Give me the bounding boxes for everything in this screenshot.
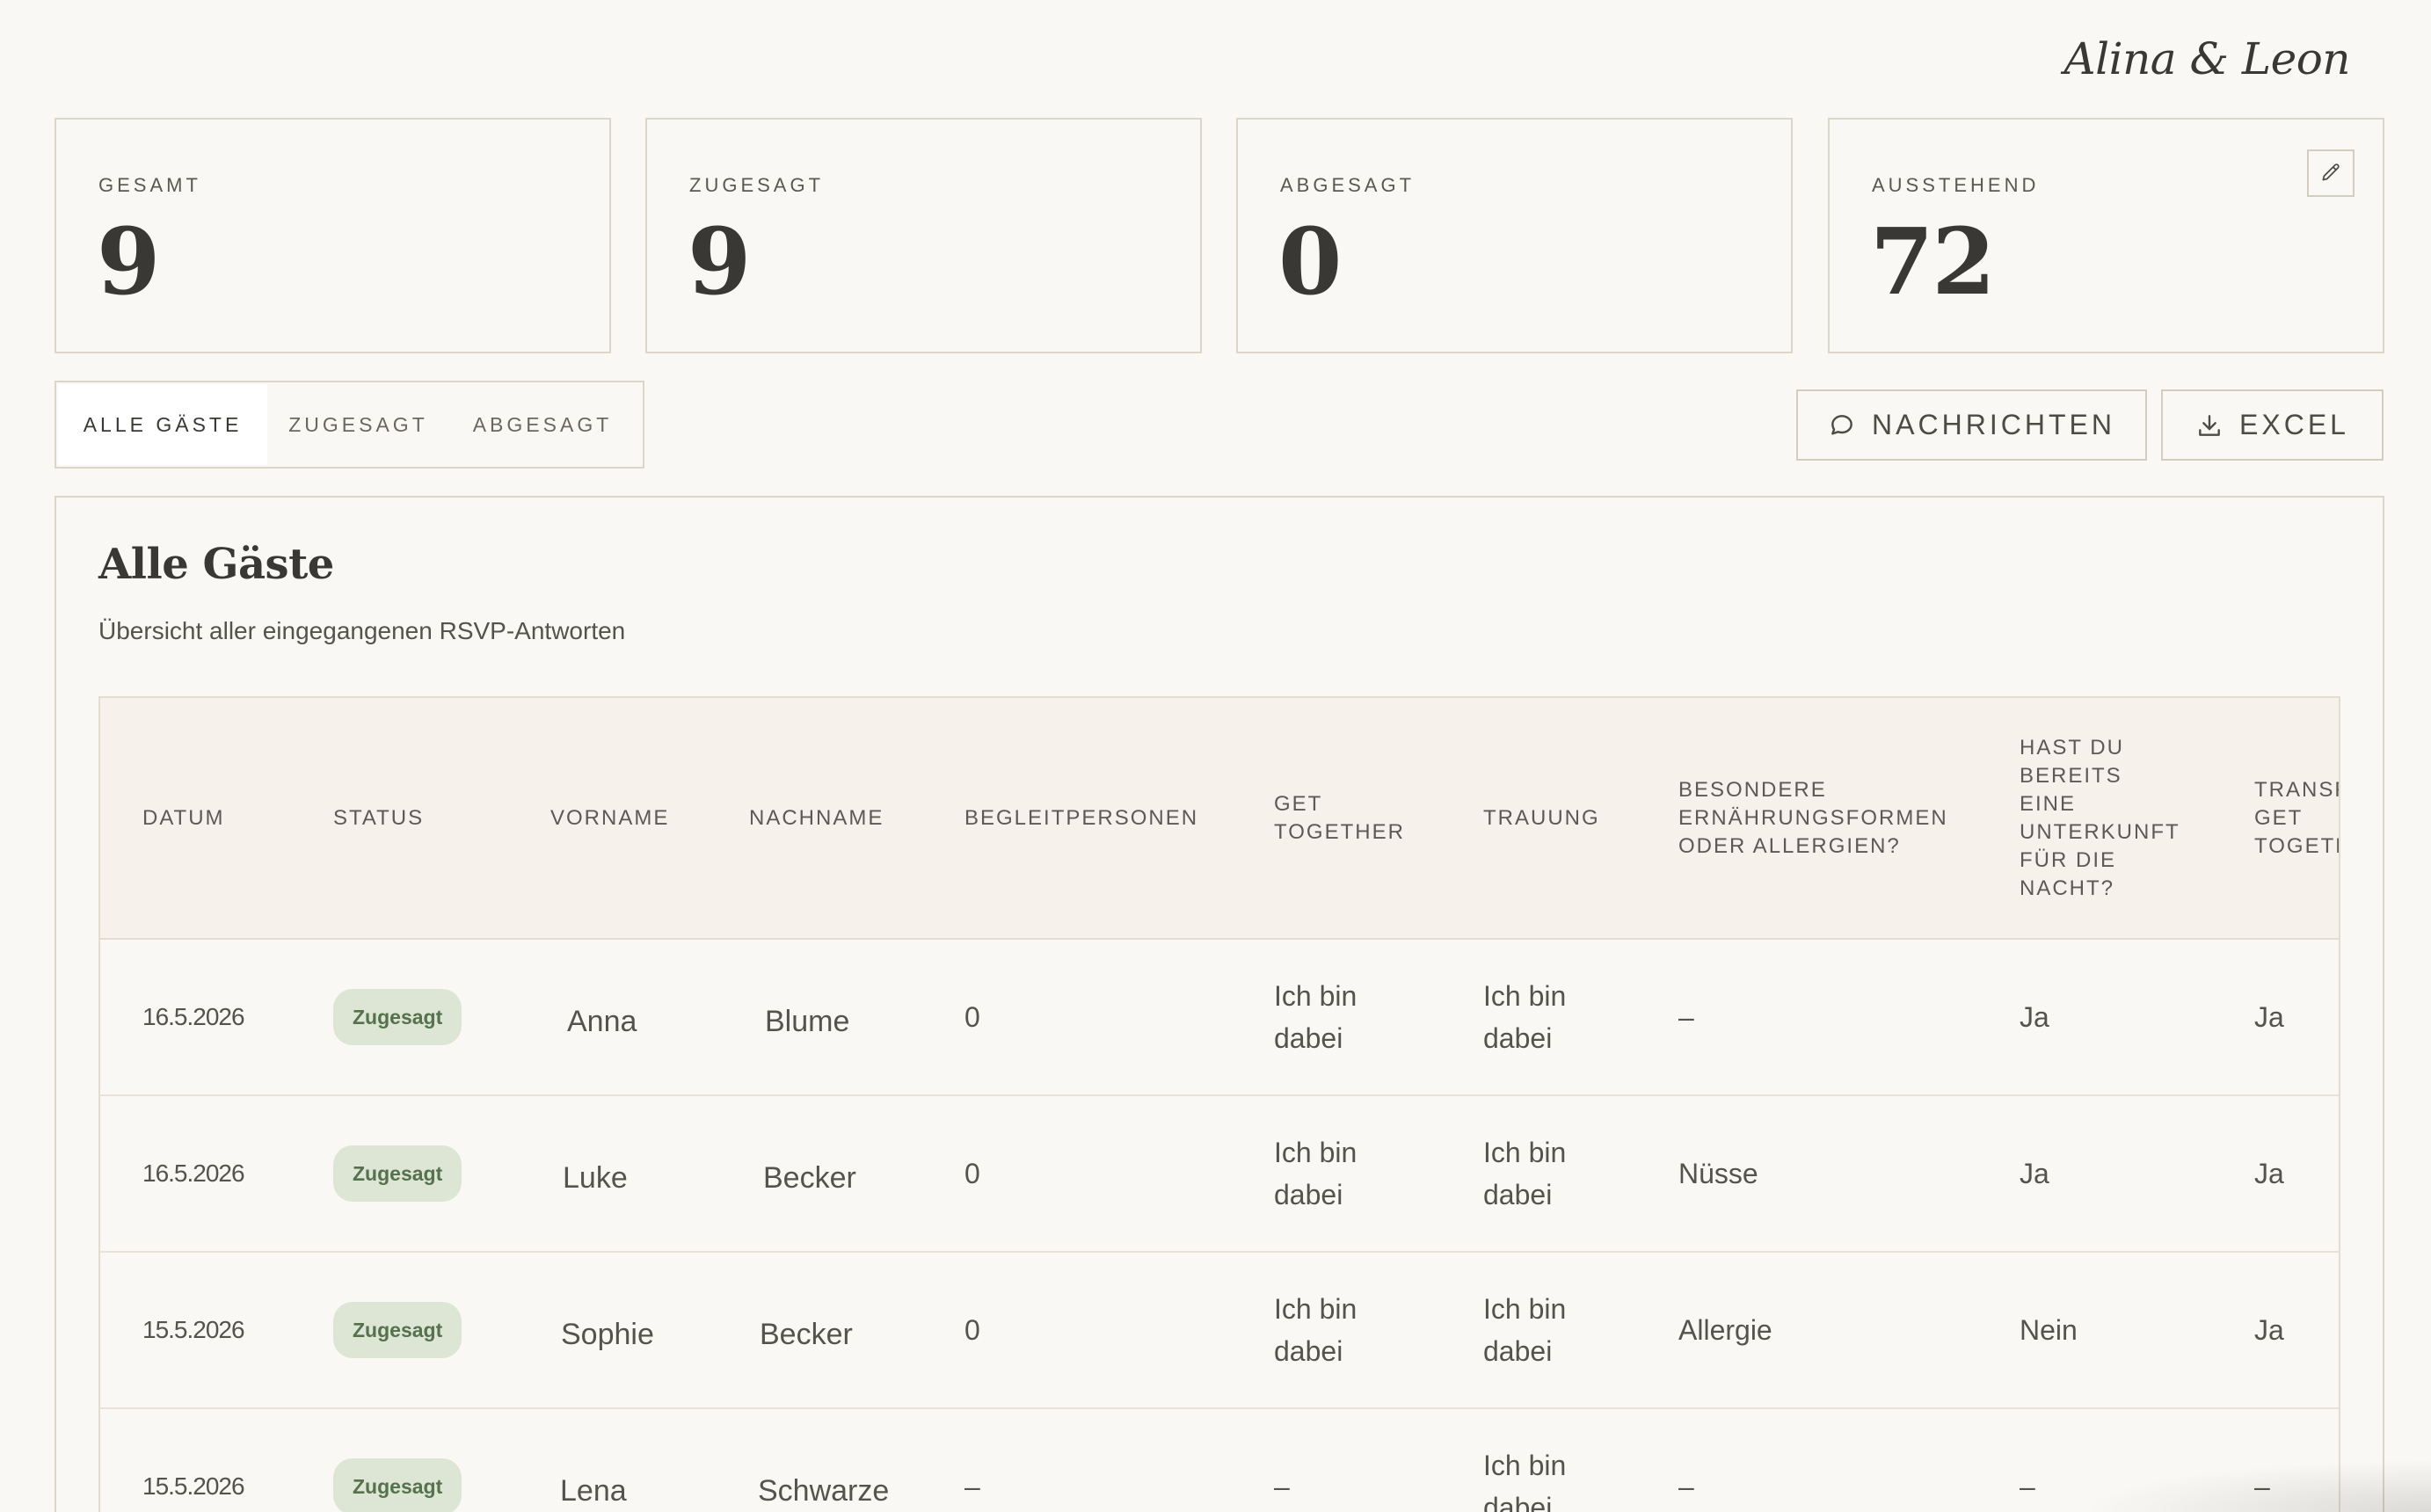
column-header-nachname[interactable]: NACHNAME bbox=[707, 698, 922, 940]
cell-nachname: Blume bbox=[707, 939, 922, 1096]
cell-get-together: Ich bin dabei bbox=[1232, 1252, 1441, 1409]
cell-ernaehrung: Nüsse bbox=[1636, 1095, 1977, 1253]
column-header-begleitpersonen[interactable]: BEGLEITPERSONEN bbox=[922, 698, 1232, 940]
cell-begleitpersonen: 0 bbox=[922, 1252, 1232, 1409]
table-row[interactable]: 16.5.2026 Zugesagt Anna Blume 0 Ich bin … bbox=[100, 939, 2339, 1096]
stat-label: AUSSTEHEND bbox=[1872, 174, 2040, 196]
table-row[interactable]: 15.5.2026 Zugesagt Sophie Becker 0 Ich b… bbox=[100, 1252, 2339, 1409]
tab-zugesagt[interactable]: ZUGESAGT bbox=[267, 384, 449, 465]
cell-status: Zugesagt bbox=[291, 1252, 508, 1409]
status-badge: Zugesagt bbox=[333, 1302, 462, 1358]
excel-export-button[interactable]: EXCEL bbox=[2161, 389, 2384, 461]
cell-vorname: Anna bbox=[508, 939, 707, 1096]
cell-unterkunft: Ja bbox=[1977, 1095, 2212, 1253]
cell-begleitpersonen: 0 bbox=[922, 1095, 1232, 1253]
brand-logo: Alina & Leon bbox=[2063, 33, 2351, 84]
table-header-row: DATUM STATUS VORNAME NACHNAME BEGLEITPER… bbox=[100, 698, 2339, 940]
stat-card-gesamt: GESAMT 9 bbox=[55, 118, 611, 353]
stat-value: 9 bbox=[97, 207, 160, 316]
cell-begleitpersonen: – bbox=[922, 1408, 1232, 1512]
cell-datum: 16.5.2026 bbox=[100, 1095, 291, 1253]
column-header-vorname[interactable]: VORNAME bbox=[508, 698, 707, 940]
cell-get-together: Ich bin dabei bbox=[1232, 939, 1441, 1096]
messages-button[interactable]: NACHRICHTEN bbox=[1796, 389, 2147, 461]
table-row[interactable]: 15.5.2026 Zugesagt Lena Schwarze – – Ich… bbox=[100, 1408, 2339, 1512]
guest-table: DATUM STATUS VORNAME NACHNAME BEGLEITPER… bbox=[100, 698, 2339, 1512]
corner-shadow bbox=[2079, 1459, 2431, 1512]
cell-ernaehrung: – bbox=[1636, 939, 1977, 1096]
cell-begleitpersonen: 0 bbox=[922, 939, 1232, 1096]
cell-get-together: Ich bin dabei bbox=[1232, 1095, 1441, 1253]
stat-card-zugesagt: ZUGESAGT 9 bbox=[645, 118, 1202, 353]
panel-title: Alle Gäste bbox=[98, 540, 334, 589]
column-header-datum[interactable]: DATUM bbox=[100, 698, 291, 940]
filter-tabs: ALLE GÄSTE ZUGESAGT ABGESAGT bbox=[55, 381, 644, 469]
stat-card-ausstehend: AUSSTEHEND 72 bbox=[1828, 118, 2384, 353]
cell-trauung: Ich bin dabei bbox=[1441, 1252, 1636, 1409]
status-badge: Zugesagt bbox=[333, 1458, 462, 1512]
excel-label: EXCEL bbox=[2239, 409, 2349, 440]
status-badge: Zugesagt bbox=[333, 1145, 462, 1202]
cell-ernaehrung: Allergie bbox=[1636, 1252, 1977, 1409]
cell-nachname: Becker bbox=[707, 1252, 922, 1409]
cell-trauung: Ich bin dabei bbox=[1441, 1095, 1636, 1253]
column-header-get-together[interactable]: GET TOGETHER bbox=[1232, 698, 1441, 940]
messages-label: NACHRICHTEN bbox=[1872, 409, 2115, 440]
stat-value: 9 bbox=[688, 207, 751, 316]
cell-unterkunft: Nein bbox=[1977, 1252, 2212, 1409]
cell-vorname: Sophie bbox=[508, 1252, 707, 1409]
stat-value: 72 bbox=[1870, 207, 1996, 316]
cell-transfer: Ja bbox=[2212, 939, 2339, 1096]
column-header-status[interactable]: STATUS bbox=[291, 698, 508, 940]
cell-status: Zugesagt bbox=[291, 1408, 508, 1512]
cell-status: Zugesagt bbox=[291, 1095, 508, 1253]
download-icon bbox=[2199, 414, 2220, 436]
column-header-trauung[interactable]: TRAUUNG bbox=[1441, 698, 1636, 940]
cell-transfer: Ja bbox=[2212, 1252, 2339, 1409]
cell-transfer: Ja bbox=[2212, 1095, 2339, 1253]
tab-abgesagt[interactable]: ABGESAGT bbox=[449, 384, 636, 465]
pencil-icon bbox=[2322, 164, 2340, 181]
cell-trauung: Ich bin dabei bbox=[1441, 1408, 1636, 1512]
cell-nachname: Schwarze bbox=[707, 1408, 922, 1512]
guest-table-container[interactable]: DATUM STATUS VORNAME NACHNAME BEGLEITPER… bbox=[98, 696, 2340, 1512]
stat-label: ABGESAGT bbox=[1280, 174, 1416, 196]
edit-button[interactable] bbox=[2307, 149, 2355, 197]
cell-datum: 15.5.2026 bbox=[100, 1252, 291, 1409]
stats-row: GESAMT 9 ZUGESAGT 9 ABGESAGT 0 AUSSTEHEN… bbox=[55, 118, 2384, 355]
stat-card-abgesagt: ABGESAGT 0 bbox=[1236, 118, 1793, 353]
stat-value: 0 bbox=[1278, 207, 1342, 316]
cell-nachname: Becker bbox=[707, 1095, 922, 1253]
column-header-ernaehrung[interactable]: BESONDERE ERNÄHRUNGSFORMEN ODER ALLERGIE… bbox=[1636, 698, 1977, 940]
table-row[interactable]: 16.5.2026 Zugesagt Luke Becker 0 Ich bin… bbox=[100, 1095, 2339, 1253]
cell-vorname: Lena bbox=[508, 1408, 707, 1512]
guest-list-panel: Alle Gäste Übersicht aller eingegangenen… bbox=[55, 496, 2384, 1512]
status-badge: Zugesagt bbox=[333, 989, 462, 1045]
cell-datum: 16.5.2026 bbox=[100, 939, 291, 1096]
stat-label: ZUGESAGT bbox=[689, 174, 825, 196]
cell-datum: 15.5.2026 bbox=[100, 1408, 291, 1512]
cell-get-together: – bbox=[1232, 1408, 1441, 1512]
cell-unterkunft: Ja bbox=[1977, 939, 2212, 1096]
cell-vorname: Luke bbox=[508, 1095, 707, 1253]
column-header-unterkunft[interactable]: HAST DU BEREITS EINE UNTERKUNFT FÜR DIE … bbox=[1977, 698, 2212, 940]
panel-subtitle: Übersicht aller eingegangenen RSVP-Antwo… bbox=[98, 617, 626, 644]
cell-status: Zugesagt bbox=[291, 939, 508, 1096]
tab-alle-gaeste[interactable]: ALLE GÄSTE bbox=[58, 384, 267, 465]
column-header-transfer[interactable]: TRANSFER GET TOGETHER bbox=[2212, 698, 2339, 940]
stat-label: GESAMT bbox=[98, 174, 201, 196]
speech-bubble-icon bbox=[1831, 414, 1852, 435]
cell-trauung: Ich bin dabei bbox=[1441, 939, 1636, 1096]
cell-ernaehrung: – bbox=[1636, 1408, 1977, 1512]
